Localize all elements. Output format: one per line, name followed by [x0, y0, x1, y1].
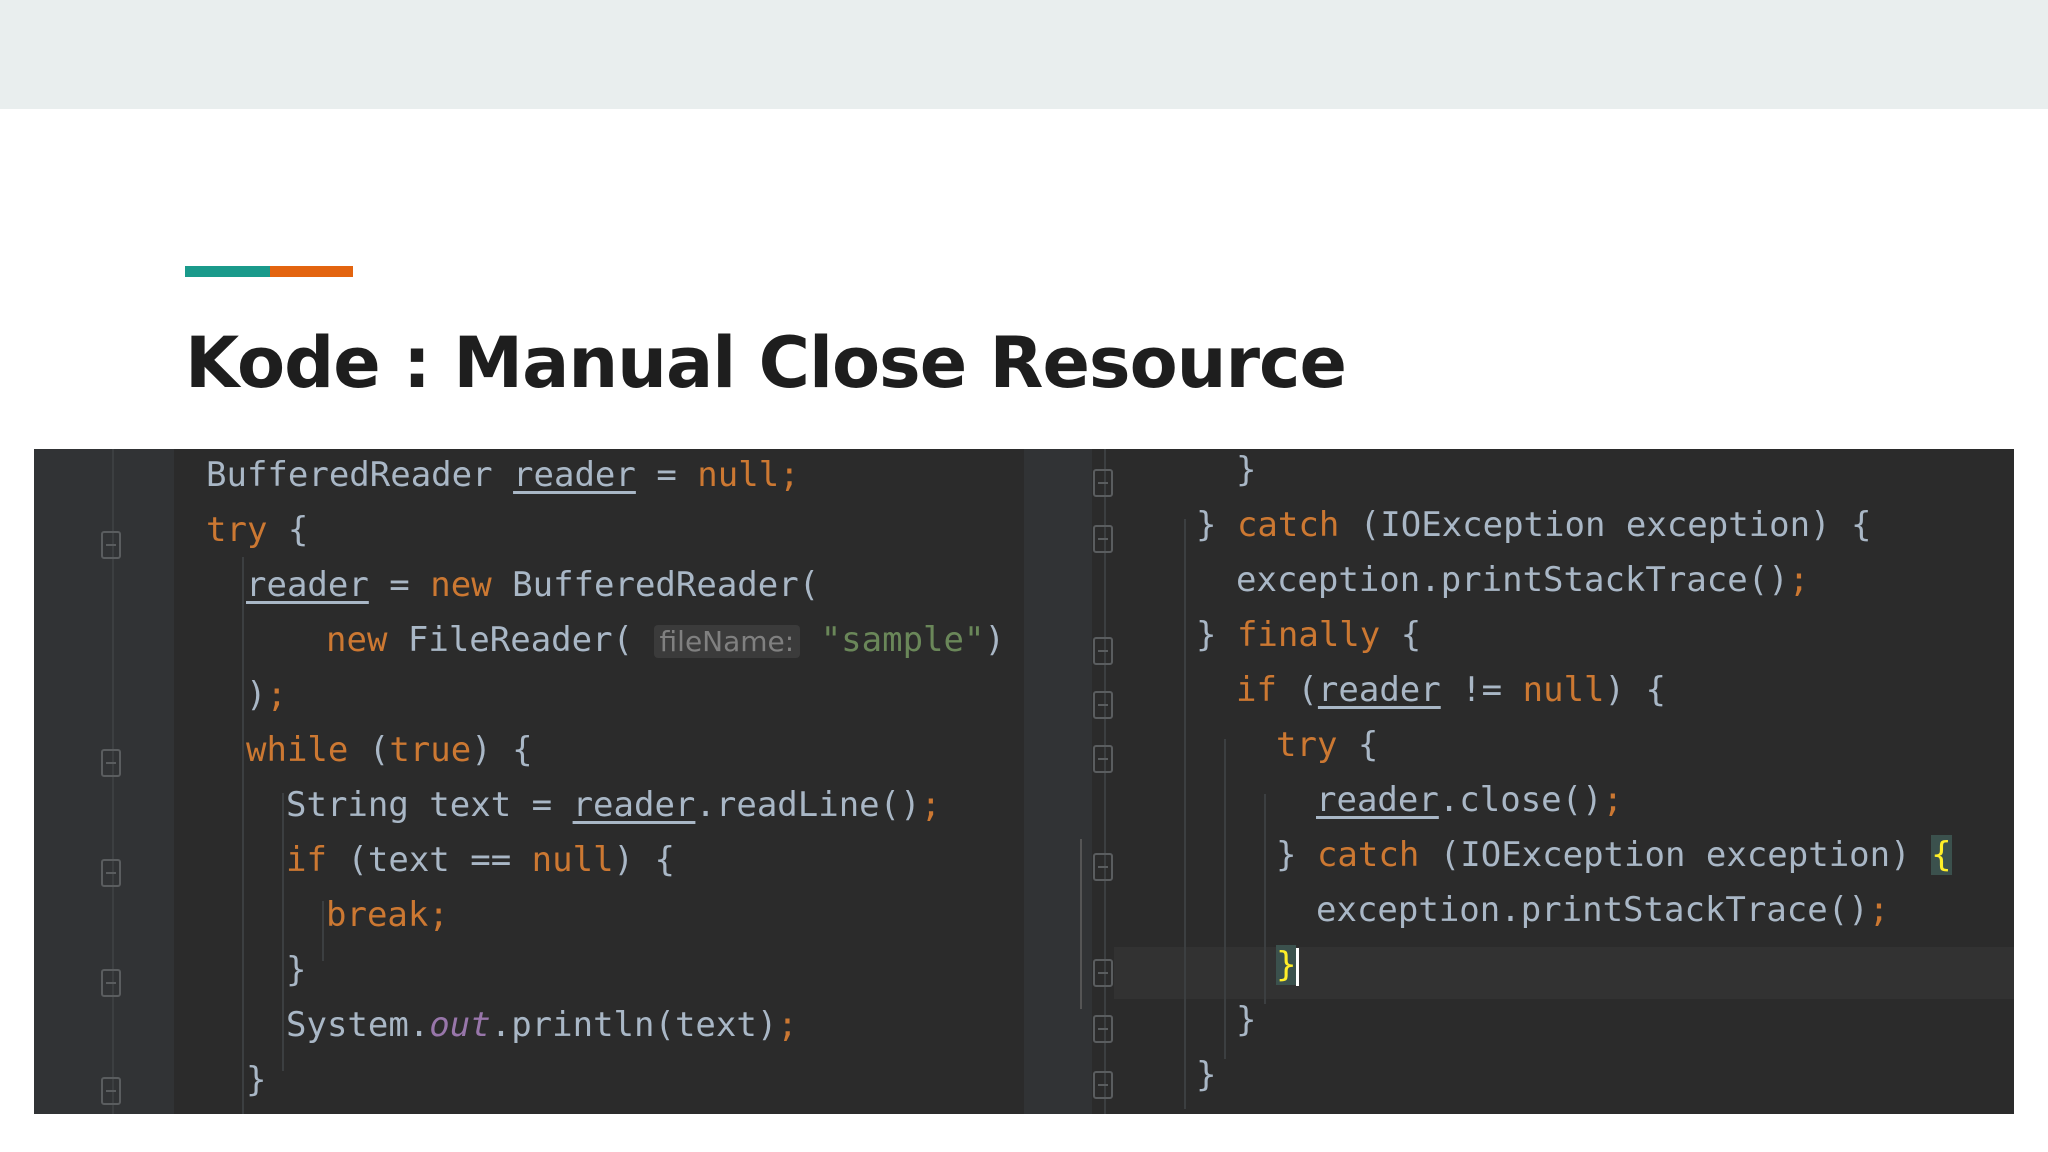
indent-guide — [282, 793, 284, 1071]
top-band — [0, 0, 2048, 109]
code-panel-right: } } catch (IOException exception) { exce… — [1024, 449, 2014, 1114]
fold-marker-icon[interactable] — [101, 969, 121, 997]
code-line: } — [1236, 1000, 1257, 1040]
fold-marker-icon[interactable] — [101, 531, 121, 559]
fold-marker-icon[interactable] — [1093, 1071, 1113, 1099]
fold-marker-icon[interactable] — [1093, 1015, 1113, 1043]
indent-guide — [1264, 794, 1266, 1004]
fold-marker-icon[interactable] — [1093, 959, 1113, 987]
matched-brace: } — [1276, 945, 1297, 985]
fold-marker-icon[interactable] — [1093, 853, 1113, 881]
fold-marker-icon[interactable] — [101, 749, 121, 777]
code-line: exception.printStackTrace(); — [1316, 890, 1890, 930]
code-line: BufferedReader reader = null; — [206, 455, 800, 495]
accent-bar-teal — [185, 266, 270, 277]
text-caret — [1296, 947, 1300, 986]
indent-guide — [242, 557, 244, 1114]
code-line: ); — [246, 675, 287, 715]
code-line: } — [286, 950, 307, 990]
fold-marker-icon[interactable] — [1093, 745, 1113, 773]
code-line: String text = reader.readLine(); — [286, 785, 942, 825]
code-line: reader.close(); — [1316, 780, 1624, 820]
matched-brace: { — [1931, 835, 1952, 875]
fold-marker-icon[interactable] — [1093, 691, 1113, 719]
fold-marker-icon[interactable] — [1093, 525, 1113, 553]
code-line: if (text == null) { — [286, 840, 675, 880]
code-line: } — [1196, 1055, 1217, 1095]
slide-title: Kode : Manual Close Resource — [185, 322, 1347, 404]
indent-guide — [1224, 739, 1226, 1059]
code-line: } catch (IOException exception) { — [1276, 835, 1952, 875]
code-line: } — [246, 1060, 267, 1100]
code-line: } catch (IOException exception) { — [1196, 505, 1872, 545]
fold-marker-icon[interactable] — [101, 1077, 121, 1105]
code-line[interactable]: } — [1276, 939, 1300, 991]
panel-gutter — [1024, 449, 1092, 1114]
code-panel-left: BufferedReader reader = null; try { read… — [34, 449, 1024, 1114]
code-line: if (reader != null) { — [1236, 670, 1666, 710]
code-line: reader = new BufferedReader( — [246, 565, 820, 605]
code-line: } — [1236, 450, 1257, 490]
code-line: exception.printStackTrace(); — [1236, 560, 1810, 600]
indent-guide — [322, 901, 324, 961]
fold-marker-icon[interactable] — [101, 859, 121, 887]
accent-bar-orange — [270, 266, 353, 277]
code-line: while (true) { — [246, 730, 533, 770]
code-line: break; — [326, 895, 449, 935]
indent-guide — [1184, 519, 1186, 1109]
code-line: } finally { — [1196, 615, 1422, 655]
code-line: try { — [1276, 725, 1379, 765]
code-line: System.out.println(text); — [286, 1005, 798, 1045]
parameter-hint: fileName: — [653, 625, 801, 658]
fold-marker-icon[interactable] — [1093, 469, 1113, 497]
fold-marker-icon[interactable] — [1093, 637, 1113, 665]
code-line: try { — [206, 510, 309, 550]
current-line-highlight — [1114, 947, 2014, 999]
gutter-line — [1080, 839, 1082, 1009]
code-line: new FileReader( fileName: "sample") — [326, 620, 1005, 660]
